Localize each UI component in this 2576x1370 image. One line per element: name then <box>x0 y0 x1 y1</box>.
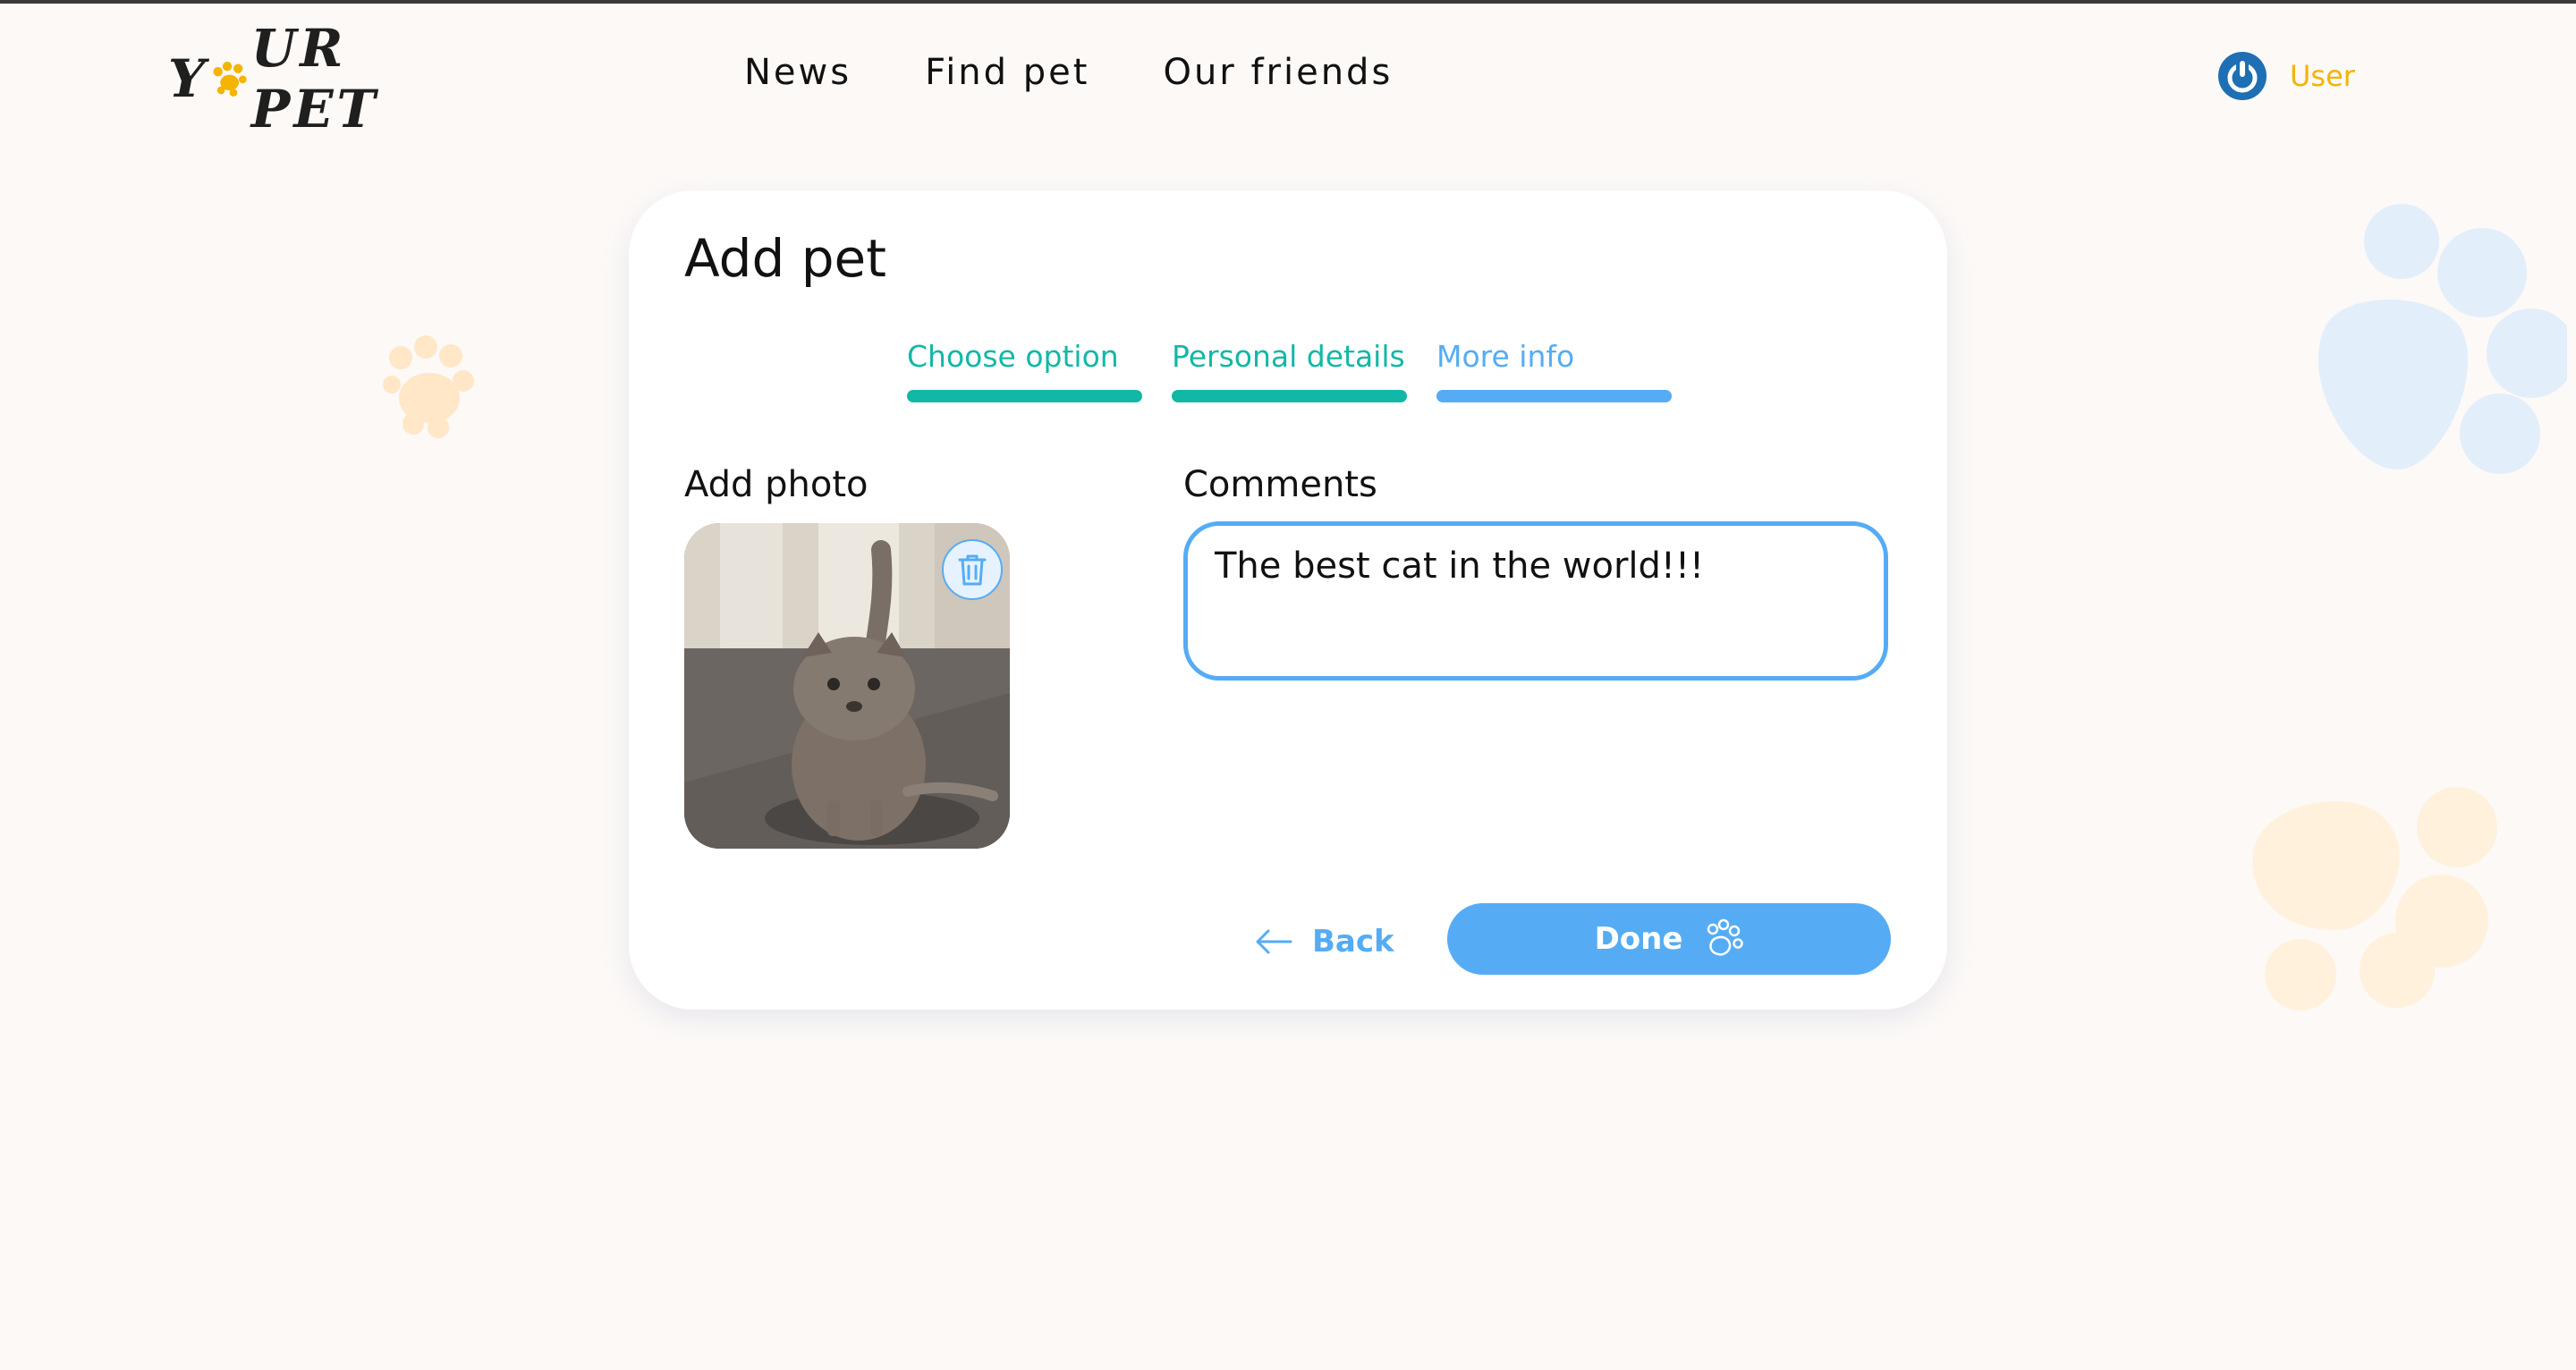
delete-photo-button[interactable] <box>942 539 1003 600</box>
step-label: More info <box>1436 339 1575 374</box>
nav-link-news[interactable]: News <box>744 52 852 93</box>
logo-text-left: Y <box>168 48 209 109</box>
logo-paw-icon <box>213 61 248 97</box>
step-bar <box>1436 390 1672 402</box>
decorative-paw-icon <box>2252 787 2497 1011</box>
arrow-left-icon <box>1256 929 1292 954</box>
decorative-paw-icon <box>383 335 474 438</box>
back-label: Back <box>1312 924 1394 960</box>
user-button[interactable]: User <box>2215 48 2355 104</box>
step-choose-option[interactable]: Choose option <box>907 339 1142 402</box>
step-bar <box>1172 390 1407 402</box>
comments-label: Comments <box>1183 464 1377 505</box>
window-top-border <box>0 0 2576 4</box>
add-pet-card: Add pet Choose option Personal details M… <box>629 190 1947 1010</box>
decorative-paw-icon <box>2318 204 2567 474</box>
step-label: Personal details <box>1172 339 1405 374</box>
nav-link-find-pet[interactable]: Find pet <box>925 52 1089 93</box>
page-title: Add pet <box>684 228 886 289</box>
done-button[interactable]: Done <box>1447 903 1891 975</box>
step-bar <box>907 390 1142 402</box>
step-more-info[interactable]: More info <box>1436 339 1672 402</box>
done-label: Done <box>1594 921 1683 957</box>
main-nav: News Find pet Our friends <box>744 52 1393 93</box>
power-icon <box>2218 52 2267 100</box>
user-label: User <box>2290 59 2355 93</box>
add-photo-label: Add photo <box>684 464 869 505</box>
step-label: Choose option <box>907 339 1119 374</box>
comments-textarea[interactable]: The best cat in the world!!! <box>1183 521 1888 681</box>
trash-icon <box>958 554 987 586</box>
step-indicator: Choose option Personal details More info <box>907 339 1672 402</box>
step-personal-details[interactable]: Personal details <box>1172 339 1407 402</box>
back-button[interactable]: Back <box>1255 906 1407 977</box>
logo-text-right: UR PET <box>250 18 379 140</box>
paw-icon <box>1707 918 1744 956</box>
nav-link-our-friends[interactable]: Our friends <box>1163 52 1393 93</box>
site-logo[interactable]: Y UR PET <box>168 18 463 140</box>
